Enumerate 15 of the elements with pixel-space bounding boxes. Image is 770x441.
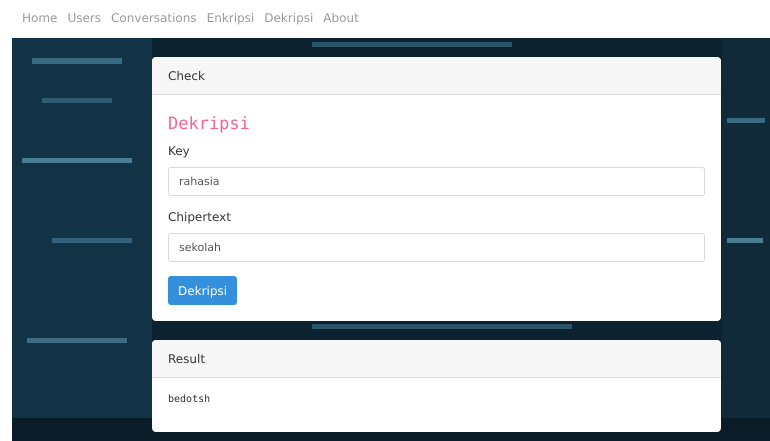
card-header: Check: [152, 57, 721, 95]
field-label: Chipertext: [168, 210, 231, 224]
nav-link[interactable]: Enkripsi: [206, 10, 254, 24]
nav-link[interactable]: Users: [67, 10, 102, 24]
input-field[interactable]: sekolah: [168, 233, 705, 262]
page-heading: Dekripsi: [168, 114, 250, 134]
card-header: Result: [152, 340, 721, 378]
field-label: Key: [168, 144, 190, 158]
nav-link[interactable]: Dekripsi: [264, 10, 314, 24]
dekripsi-button[interactable]: Dekripsi: [168, 276, 238, 305]
input-field[interactable]: rahasia: [168, 167, 705, 196]
result-text: bedotsh: [168, 394, 210, 405]
nav-link[interactable]: Home: [22, 10, 58, 24]
nav-link[interactable]: About: [323, 10, 359, 24]
nav-link[interactable]: Conversations: [111, 10, 197, 24]
